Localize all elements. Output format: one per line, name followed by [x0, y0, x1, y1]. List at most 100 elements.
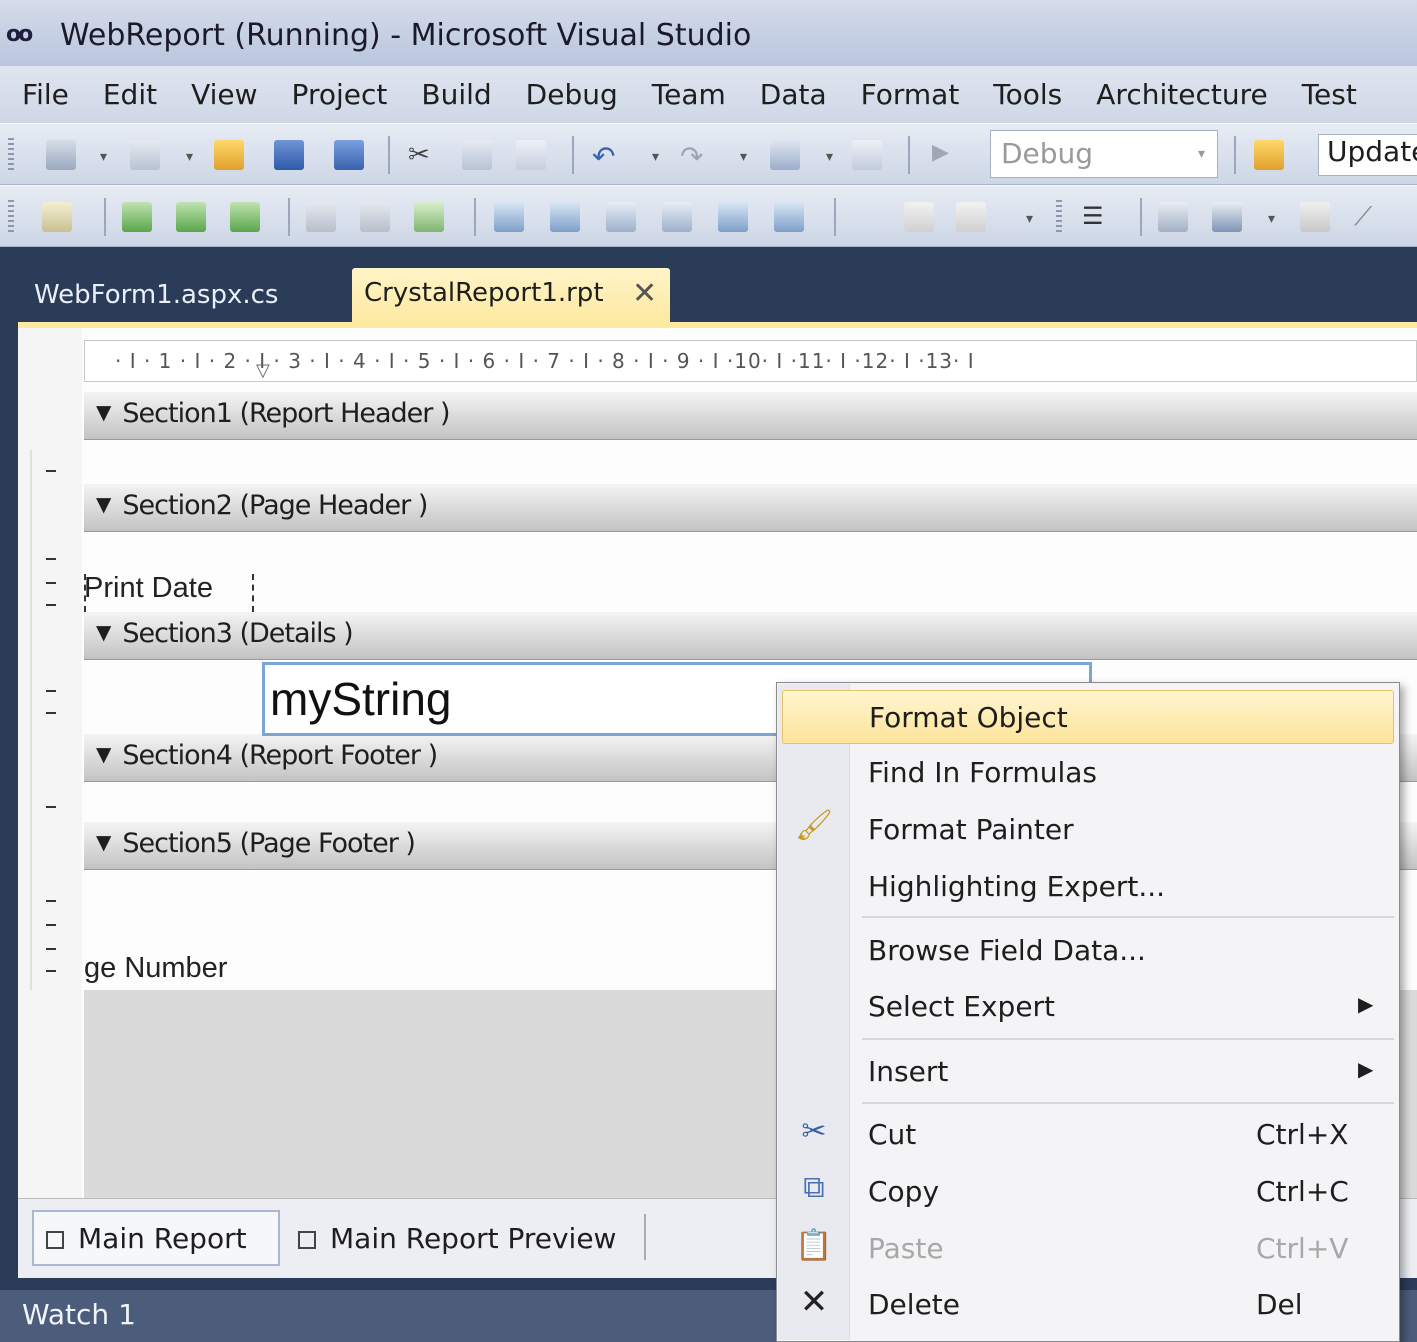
- menu-item-delete[interactable]: Delete Del: [782, 1278, 1394, 1332]
- section-page-header[interactable]: ▼ Section2 (Page Header ): [84, 484, 1417, 532]
- undo-icon[interactable]: ↶: [592, 140, 622, 173]
- start-debugging-icon[interactable]: ▶: [932, 140, 962, 170]
- menu-item-copy[interactable]: Copy Ctrl+C: [782, 1165, 1394, 1219]
- menu-view[interactable]: View: [191, 78, 257, 111]
- menu-separator: [862, 1102, 1394, 1104]
- menu-tools[interactable]: Tools: [993, 78, 1062, 111]
- section-report-header[interactable]: ▼ Section1 (Report Header ): [84, 392, 1417, 440]
- cut-icon[interactable]: ✂: [408, 140, 438, 170]
- menu-item-select-expert[interactable]: Select Expert ▶: [782, 980, 1394, 1034]
- toolbar-grip-icon[interactable]: [1056, 200, 1062, 234]
- select-expert-icon[interactable]: [718, 202, 748, 232]
- field-explorer-icon[interactable]: [494, 202, 524, 232]
- chevron-down-icon[interactable]: ▾: [740, 149, 747, 165]
- insert-chart-icon[interactable]: [414, 202, 444, 232]
- open-folder-icon[interactable]: [214, 140, 244, 170]
- collapse-arrow-icon[interactable]: ▼: [96, 620, 111, 644]
- horizontal-ruler[interactable]: · I · 1 · I · 2 · I · 3 · I · 4 · I · 5 …: [84, 340, 1417, 382]
- toolbar-grip-icon[interactable]: [8, 200, 14, 234]
- menu-item-insert[interactable]: Insert ▶: [782, 1045, 1394, 1099]
- ruler-guide-marker-icon[interactable]: ▽: [256, 360, 270, 381]
- report-icon[interactable]: [42, 202, 72, 232]
- collapse-arrow-icon[interactable]: ▼: [96, 742, 111, 766]
- shortcut-delete: Del: [1256, 1288, 1303, 1321]
- menu-format[interactable]: Format: [861, 78, 960, 111]
- size-icon[interactable]: [956, 202, 986, 232]
- print-date-field[interactable]: Print Date: [84, 572, 213, 605]
- chevron-down-icon[interactable]: ▾: [652, 149, 659, 165]
- save-icon[interactable]: [274, 140, 304, 170]
- menu-team[interactable]: Team: [652, 78, 726, 111]
- watch-pane-title[interactable]: Watch 1: [22, 1298, 136, 1331]
- chevron-down-icon[interactable]: ▾: [1268, 211, 1275, 227]
- menu-item-format-painter[interactable]: Format Painter: [782, 803, 1394, 857]
- menu-item-find-in-formulas[interactable]: Find In Formulas: [782, 746, 1394, 800]
- menu-file[interactable]: File: [22, 78, 69, 111]
- tab-main-report[interactable]: Main Report: [32, 1210, 280, 1266]
- chevron-down-icon[interactable]: ▾: [1026, 211, 1033, 227]
- close-icon[interactable]: ✕: [632, 276, 657, 311]
- menu-item-cut[interactable]: Cut Ctrl+X: [782, 1108, 1394, 1162]
- section-expert-icon[interactable]: [662, 202, 692, 232]
- insert-group-icon[interactable]: [122, 202, 152, 232]
- insert-summary-icon[interactable]: [176, 202, 206, 232]
- new-project-icon[interactable]: [46, 140, 76, 170]
- chevron-down-icon[interactable]: ▾: [826, 149, 833, 165]
- menu-project[interactable]: Project: [292, 78, 388, 111]
- menu-architecture[interactable]: Architecture: [1096, 78, 1267, 111]
- update-combo[interactable]: Update: [1318, 134, 1417, 176]
- menu-data[interactable]: Data: [760, 78, 827, 111]
- chevron-down-icon[interactable]: ▾: [100, 149, 107, 165]
- navigate-forward-icon[interactable]: [852, 140, 882, 170]
- toolbar-separator: [104, 198, 106, 236]
- tab-separator: [644, 1214, 646, 1260]
- menu-debug[interactable]: Debug: [526, 78, 618, 111]
- menu-edit[interactable]: Edit: [103, 78, 157, 111]
- chevron-down-icon[interactable]: ▾: [1198, 146, 1205, 162]
- menu-item-highlighting-expert[interactable]: Highlighting Expert...: [782, 860, 1394, 914]
- section-label: Section4 (Report Footer ): [122, 740, 438, 771]
- menu-item-format-object[interactable]: Format Object: [782, 690, 1394, 744]
- tab-main-report-preview-label: Main Report Preview: [330, 1222, 617, 1255]
- tab-webform1-aspx-cs[interactable]: WebForm1.aspx.cs: [20, 272, 292, 320]
- outline-icon[interactable]: ☰: [1082, 202, 1112, 232]
- trend-icon[interactable]: ⟋: [1354, 202, 1384, 232]
- tab-main-report-preview[interactable]: Main Report Preview: [292, 1210, 640, 1266]
- insert-text-icon[interactable]: [306, 202, 336, 232]
- group-expert-icon[interactable]: [550, 202, 580, 232]
- paste-icon[interactable]: [516, 140, 546, 170]
- collapse-arrow-icon[interactable]: ▼: [96, 830, 111, 854]
- mystring-field-label[interactable]: myString: [270, 672, 451, 726]
- insert-picture-icon[interactable]: [360, 202, 390, 232]
- class-diagram-icon[interactable]: [1158, 202, 1188, 232]
- ruler-tick: [46, 970, 56, 972]
- toolbar-grip-icon[interactable]: [8, 138, 14, 172]
- diagram-icon[interactable]: [1300, 202, 1330, 232]
- navigate-backward-icon[interactable]: [770, 140, 800, 170]
- menu-item-paste[interactable]: Paste Ctrl+V: [782, 1222, 1394, 1276]
- menu-item-browse-field-data[interactable]: Browse Field Data...: [782, 924, 1394, 978]
- save-all-icon[interactable]: [334, 140, 364, 170]
- sort-expert-icon[interactable]: [606, 202, 636, 232]
- formula-workshop-icon[interactable]: [774, 202, 804, 232]
- solution-configuration-select[interactable]: Debug: [990, 130, 1218, 178]
- preview-view-icon: [298, 1231, 316, 1249]
- section-details[interactable]: ▼ Section3 (Details ): [84, 612, 1417, 660]
- section-label: Section5 (Page Footer ): [122, 828, 416, 859]
- page-number-field[interactable]: ge Number: [84, 952, 227, 985]
- architecture-explorer-icon[interactable]: [1212, 202, 1242, 232]
- redo-icon[interactable]: ↷: [680, 140, 710, 173]
- collapse-arrow-icon[interactable]: ▼: [96, 492, 111, 516]
- chevron-down-icon[interactable]: ▾: [186, 149, 193, 165]
- folder-icon[interactable]: [1254, 140, 1284, 170]
- align-icon[interactable]: [904, 202, 934, 232]
- add-item-icon[interactable]: [130, 140, 160, 170]
- menu-test[interactable]: Test: [1302, 78, 1357, 111]
- collapse-arrow-icon[interactable]: ▼: [96, 400, 111, 424]
- section-label: Section2 (Page Header ): [122, 490, 428, 521]
- copy-icon[interactable]: [462, 140, 492, 170]
- insert-subreport-icon[interactable]: [230, 202, 260, 232]
- tab-crystalreport1-rpt[interactable]: CrystalReport1.rpt: [352, 268, 670, 324]
- menu-build[interactable]: Build: [421, 78, 491, 111]
- tab-main-report-label: Main Report: [78, 1222, 247, 1255]
